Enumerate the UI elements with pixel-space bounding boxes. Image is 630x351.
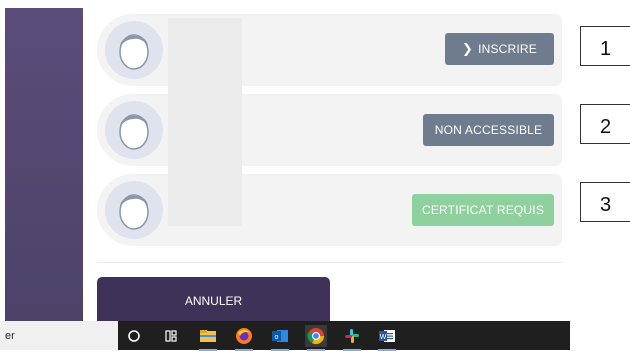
taskbar: er o W [0, 321, 570, 351]
course-row: CERTIFICAT REQUIS [97, 174, 562, 246]
cancel-label: ANNULER [184, 294, 243, 308]
chrome-icon[interactable] [305, 325, 327, 351]
divider [97, 262, 562, 263]
user-silhouette-icon [119, 114, 149, 150]
slack-icon[interactable] [341, 325, 363, 351]
inscrire-button[interactable]: ❯ INSCRIRE [445, 33, 554, 65]
outlook-icon[interactable]: o [269, 325, 291, 351]
course-row: NON ACCESSIBLE [97, 94, 562, 166]
annotation-box: 3 [580, 182, 630, 222]
annotation-box: 1 [580, 26, 630, 66]
svg-text:o: o [275, 334, 279, 341]
annotation-number: 3 [599, 194, 612, 216]
cortana-circle-icon[interactable] [123, 325, 145, 347]
annotation-box: 2 [580, 104, 630, 144]
non-accessible-button[interactable]: NON ACCESSIBLE [423, 114, 554, 146]
firefox-icon[interactable] [233, 325, 255, 351]
non-accessible-label: NON ACCESSIBLE [434, 123, 543, 137]
avatar [105, 21, 163, 79]
redacted-area [168, 18, 242, 226]
course-row: ❯ INSCRIRE [97, 14, 562, 86]
user-silhouette-icon [119, 194, 149, 230]
annotation-number: 1 [599, 38, 612, 60]
user-silhouette-icon [119, 34, 149, 70]
chevron-right-icon: ❯ [461, 41, 474, 56]
svg-text:W: W [380, 334, 387, 341]
avatar [105, 181, 163, 239]
certificat-requis-label: CERTIFICAT REQUIS [421, 203, 545, 217]
annotation-number: 2 [599, 116, 612, 138]
sidebar [5, 8, 83, 321]
task-view-icon[interactable] [160, 325, 182, 347]
taskbar-search-box[interactable]: er [0, 321, 118, 350]
search-text: er [5, 329, 15, 342]
certificat-requis-button[interactable]: CERTIFICAT REQUIS [412, 194, 554, 226]
cancel-button[interactable]: ANNULER [97, 277, 330, 325]
avatar [105, 101, 163, 159]
file-explorer-icon[interactable] [197, 325, 219, 351]
inscrire-label: INSCRIRE [478, 42, 538, 56]
word-icon[interactable]: W [376, 325, 398, 351]
